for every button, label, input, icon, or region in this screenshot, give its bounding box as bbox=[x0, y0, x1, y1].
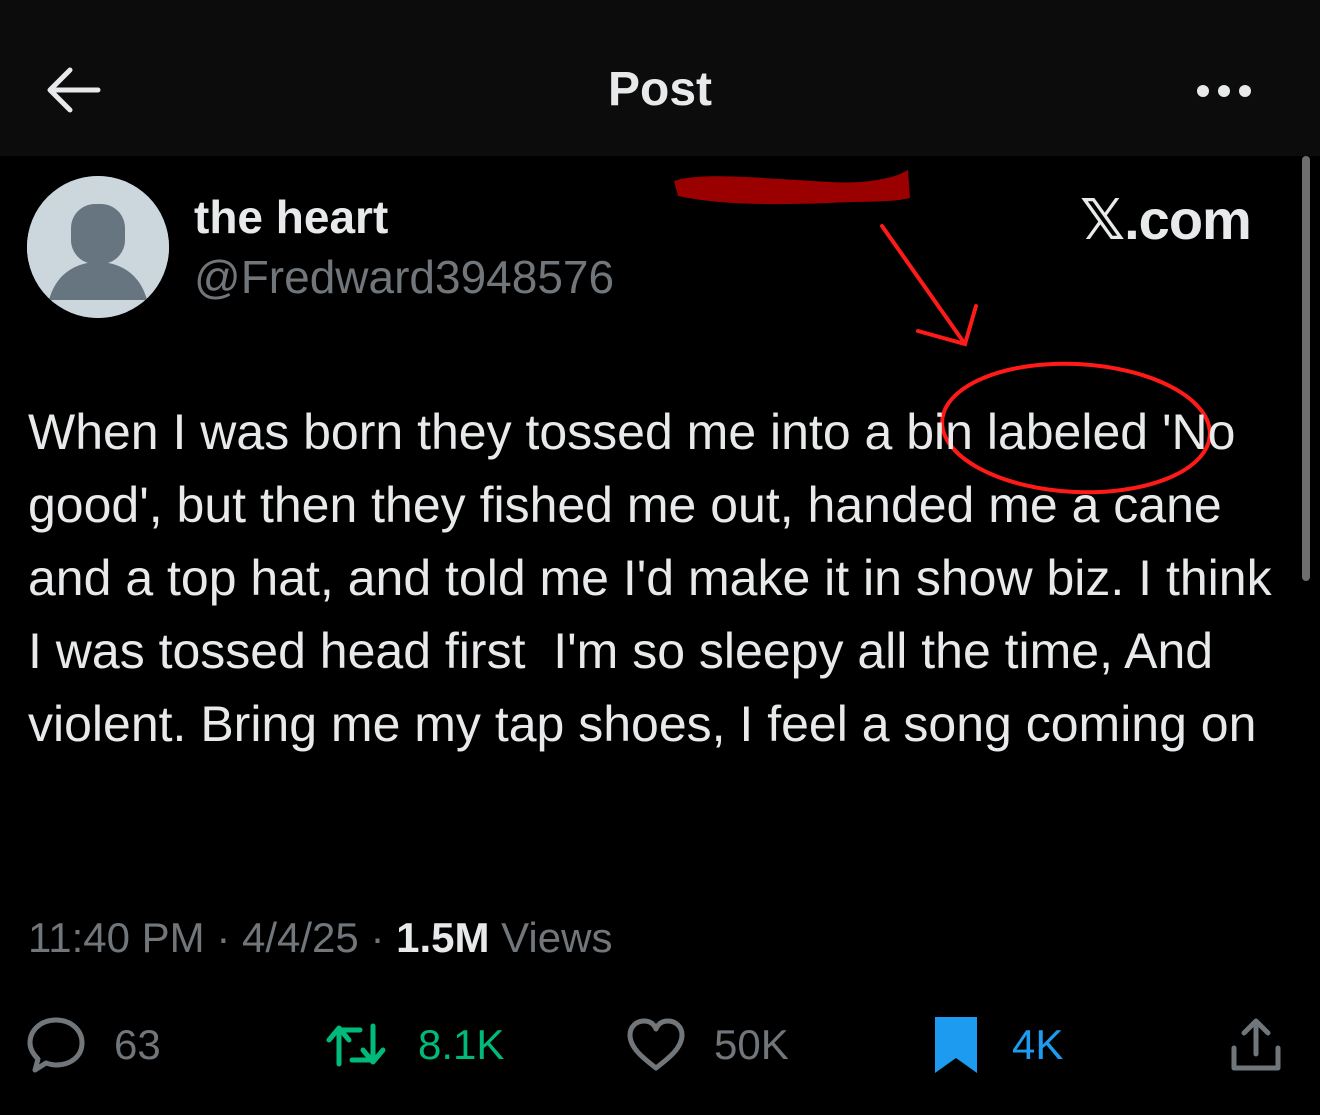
share-upload-icon bbox=[1231, 1018, 1281, 1071]
page-title: Post bbox=[607, 63, 712, 116]
avatar[interactable] bbox=[27, 176, 169, 318]
views-count: 1.5M bbox=[396, 914, 490, 961]
bookmark-count: 4K bbox=[1012, 1021, 1064, 1068]
reply-count: 63 bbox=[114, 1021, 161, 1068]
separator: · bbox=[216, 914, 231, 961]
bookmark-button[interactable]: 4K bbox=[932, 1012, 1063, 1078]
redaction-scribble bbox=[674, 170, 910, 205]
reply-button[interactable]: 63 bbox=[26, 1012, 161, 1078]
author-handle[interactable]: @Fredward3948576 bbox=[194, 250, 614, 304]
post-text: When I was born they tossed me into a bi… bbox=[28, 404, 1286, 752]
scrollbar-thumb[interactable] bbox=[1302, 156, 1310, 581]
default-avatar-icon bbox=[27, 176, 169, 318]
arrow-annotation-icon bbox=[880, 224, 978, 347]
bookmark-filled-icon bbox=[935, 1017, 977, 1073]
top-bar: Post bbox=[0, 0, 1320, 156]
heart-icon bbox=[627, 1018, 685, 1071]
author-display-name[interactable]: the heart bbox=[194, 190, 388, 244]
reply-bubble-icon bbox=[27, 1017, 85, 1073]
views-label: Views bbox=[501, 914, 613, 961]
post-metadata: 11:40 PM · 4/4/25 · 1.5M Views bbox=[28, 914, 612, 962]
more-options-button[interactable] bbox=[1194, 80, 1254, 102]
like-count: 50K bbox=[714, 1021, 789, 1068]
repost-count: 8.1K bbox=[418, 1021, 505, 1068]
post-time[interactable]: 11:40 PM bbox=[28, 914, 205, 961]
repost-icon bbox=[326, 1023, 386, 1067]
like-button[interactable]: 50K bbox=[626, 1012, 789, 1078]
repost-button[interactable]: 8.1K bbox=[326, 1012, 504, 1078]
separator: · bbox=[370, 914, 385, 961]
post-date[interactable]: 4/4/25 bbox=[242, 914, 359, 961]
more-horizontal-icon bbox=[1197, 85, 1251, 97]
watermark: 𝕏.com bbox=[1080, 188, 1252, 251]
share-button[interactable] bbox=[1226, 1012, 1286, 1078]
